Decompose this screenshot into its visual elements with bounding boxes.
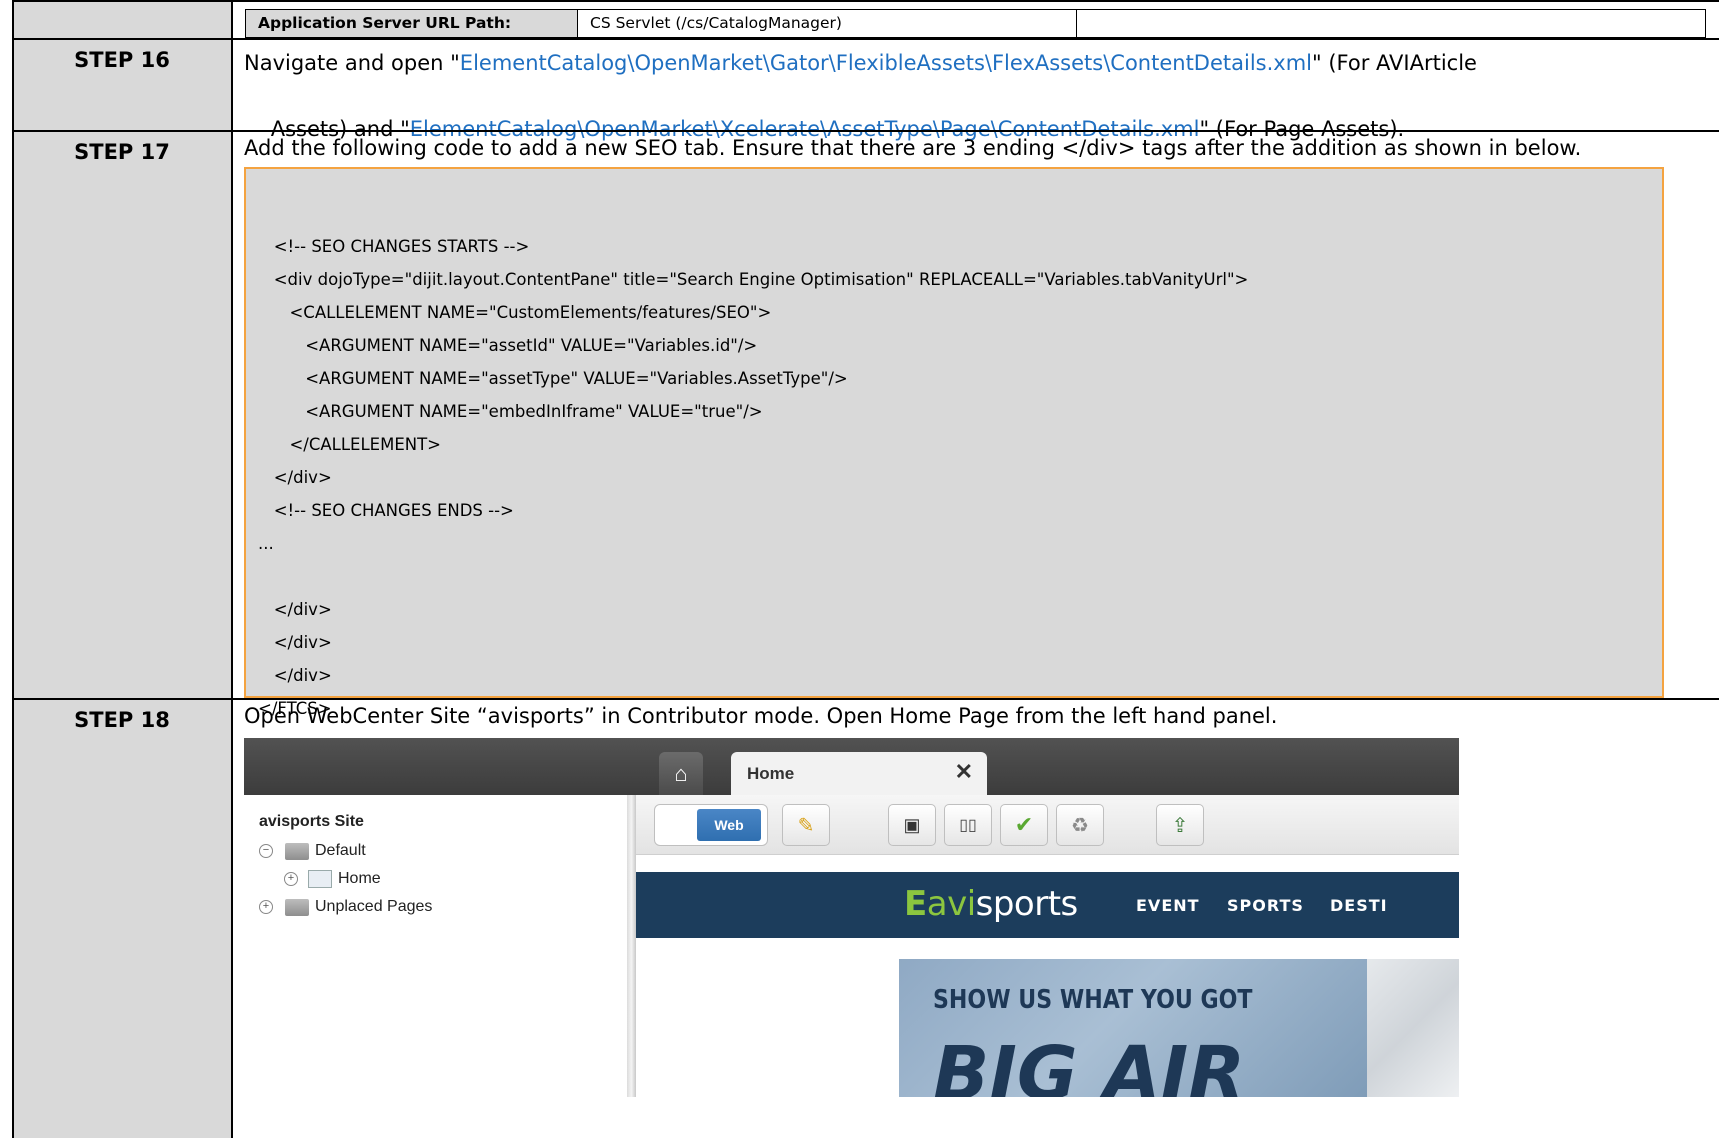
content-details-flexassets-link[interactable]: ElementCatalog\OpenMarket\Gator\Flexible… (460, 51, 1312, 75)
multi-device-icon[interactable]: ▯▯ (944, 804, 992, 846)
table-border-top (12, 0, 1719, 2)
panel-splitter[interactable] (627, 795, 636, 1097)
app-server-label-cell: Application Server URL Path: (245, 9, 578, 38)
step16-label: STEP 16 (74, 48, 170, 72)
row-divider (12, 698, 1719, 700)
tree-title: avisports Site (259, 813, 364, 830)
banner-tagline: SHOW US WHAT YOU GOT (933, 985, 1253, 1015)
site-header: 𝗘avisports EVENT SPORTS DESTI (636, 872, 1459, 938)
preview-binoculars-icon[interactable]: ▣ (888, 804, 936, 846)
folder-icon (285, 842, 309, 860)
code-line: <ARGUMENT NAME="assetType" VALUE="Variab… (258, 369, 848, 388)
step18-label: STEP 18 (74, 708, 170, 732)
approve-check-icon[interactable]: ✔ (1000, 804, 1048, 846)
code-line: </CALLELEMENT> (258, 435, 441, 454)
collapse-icon[interactable]: − (259, 844, 273, 858)
expand-icon[interactable]: + (259, 900, 273, 914)
banner-title: BIG AIR (933, 1031, 1246, 1097)
view-mode-toggle[interactable]: Web (654, 804, 768, 846)
step17-label: STEP 17 (74, 140, 170, 164)
nav-sports[interactable]: SPORTS (1227, 896, 1304, 915)
code-line: <div dojoType="dijit.layout.ContentPane"… (258, 270, 1249, 289)
code-line: </div> (258, 468, 332, 487)
step17-instruction: Add the following code to add a new SEO … (244, 136, 1582, 160)
tree-item-home[interactable]: + Home (284, 870, 381, 888)
code-line: <CALLELEMENT NAME="CustomElements/featur… (258, 303, 772, 322)
avisports-logo[interactable]: 𝗘avisports (904, 884, 1078, 924)
checkin-upload-icon[interactable]: ⇪ (1156, 804, 1204, 846)
logo-mark-icon: 𝗘 (904, 884, 927, 924)
web-button[interactable]: Web (697, 809, 761, 841)
webcenter-screenshot: ⌂ Home ✕ avisports Site − Default + Home… (244, 738, 1459, 1097)
step17-label-cell: STEP 17 (12, 130, 232, 698)
row-divider (12, 38, 1719, 40)
code-line: </div> (258, 666, 332, 685)
header-left-cell (12, 0, 232, 38)
nav-event[interactable]: EVENT (1136, 896, 1200, 915)
tab-home-label: Home (747, 764, 795, 783)
tree-item-label: Unplaced Pages (315, 898, 433, 915)
folder-icon (285, 898, 309, 916)
step16-line1: Navigate and open "ElementCatalog\OpenMa… (244, 51, 1477, 75)
home-icon[interactable]: ⌂ (659, 752, 703, 795)
app-server-value-cell: CS Servlet (/cs/CatalogManager) (577, 9, 1077, 38)
code-block: <!-- SEO CHANGES STARTS --> <div dojoTyp… (244, 167, 1664, 718)
code-line: ... (258, 534, 274, 553)
hero-banner[interactable]: SHOW US WHAT YOU GOT BIG AIR (899, 959, 1367, 1097)
page-icon (308, 870, 332, 888)
app-server-label: Application Server URL Path: (258, 14, 512, 32)
edit-pencil-icon[interactable]: ✎ (782, 804, 830, 846)
step18-label-cell: STEP 18 (12, 698, 232, 1138)
code-line: <!-- SEO CHANGES ENDS --> (258, 501, 514, 520)
code-line: <!-- SEO CHANGES STARTS --> (258, 237, 530, 256)
tab-home[interactable]: Home ✕ (731, 752, 987, 795)
tree-item-default[interactable]: − Default (259, 842, 366, 860)
step16-label-cell: STEP 16 (12, 38, 232, 130)
code-line: </div> (258, 633, 332, 652)
code-lines: <!-- SEO CHANGES STARTS --> <div dojoTyp… (258, 197, 1248, 725)
app-server-value: CS Servlet (/cs/CatalogManager) (590, 14, 842, 32)
step18-instruction: Open WebCenter Site “avisports” in Contr… (244, 704, 1278, 728)
tree-item-label: Default (315, 842, 366, 859)
tree-item-unplaced-pages[interactable]: + Unplaced Pages (259, 898, 432, 916)
close-icon[interactable]: ✕ (955, 759, 973, 785)
tree-item-label: Home (338, 870, 381, 887)
nav-destinations[interactable]: DESTI (1330, 896, 1388, 915)
table-border-left (12, 0, 14, 1138)
banner-side-image (1367, 959, 1459, 1097)
expand-icon[interactable]: + (284, 872, 298, 886)
delete-trash-icon[interactable]: ♻ (1056, 804, 1104, 846)
app-server-extra-cell (1076, 9, 1706, 38)
table-column-divider (231, 0, 233, 1138)
toolbar: Web ✎ ▣ ▯▯ ✔ ♻ ⇪ (636, 795, 1459, 855)
code-line: <ARGUMENT NAME="assetId" VALUE="Variable… (258, 336, 758, 355)
code-line: <ARGUMENT NAME="embedInIframe" VALUE="tr… (258, 402, 763, 421)
code-line: </div> (258, 600, 332, 619)
row-divider (12, 130, 1719, 132)
site-tree-panel: avisports Site − Default + Home + Unplac… (244, 795, 627, 1097)
